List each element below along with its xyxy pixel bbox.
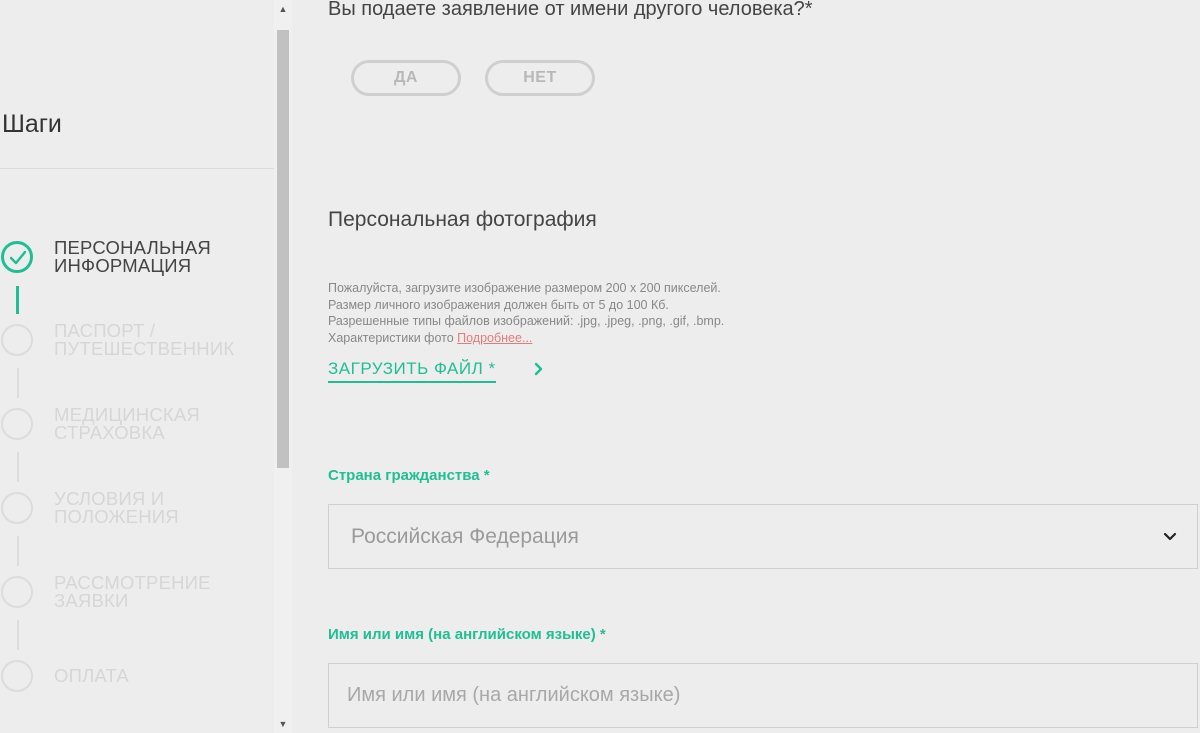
more-info-link[interactable]: Подробнее... <box>457 331 532 345</box>
citizenship-value: Российская Федерация <box>351 525 579 548</box>
step-circle-icon <box>1 492 33 524</box>
step-label: Паспорт / путешественник <box>54 320 235 359</box>
step-label: Персональная информация <box>54 237 211 276</box>
steps-title: Шаги <box>2 110 62 138</box>
scroll-down-arrow-icon[interactable]: ▼ <box>274 715 292 733</box>
help-line: Размер личного изображения должен быть о… <box>328 297 669 312</box>
sidebar-divider <box>0 168 274 169</box>
step-label: Медицинская страховка <box>54 404 200 443</box>
name-input[interactable] <box>328 663 1198 728</box>
photo-section-title: Персональная фотография <box>328 208 597 231</box>
name-label: Имя или имя (на английском языке) * <box>328 626 606 643</box>
steps-sidebar: Шаги Персональная информация Паспорт / п… <box>0 0 274 733</box>
no-button[interactable]: НЕТ <box>485 60 595 96</box>
step-connector <box>17 368 19 398</box>
help-line: Разрешенные типы файлов изображений: .jp… <box>328 314 725 328</box>
proxy-question: Вы подаете заявление от имени другого че… <box>328 0 813 20</box>
help-line-prefix: Характеристики фото <box>328 330 454 345</box>
chevron-down-icon <box>1163 529 1177 547</box>
upload-file-link[interactable]: ЗАГРУЗИТЬ ФАЙЛ * <box>328 359 496 383</box>
citizenship-label: Страна гражданства * <box>328 467 490 484</box>
photo-help-text: Пожалуйста, загрузите изображение размер… <box>328 280 724 346</box>
step-label: Оплата <box>54 665 129 686</box>
step-circle-icon <box>1 660 33 692</box>
step-circle-icon <box>1 576 33 608</box>
step-connector <box>17 620 19 650</box>
step-insurance[interactable]: Медицинская страховка <box>0 404 274 448</box>
step-connector <box>16 286 19 314</box>
step-label: Условия и положения <box>54 488 179 527</box>
step-terms[interactable]: Условия и положения <box>0 488 274 532</box>
scroll-thumb[interactable] <box>277 30 289 468</box>
step-review[interactable]: Рассмотрение заявки <box>0 572 274 616</box>
step-connector <box>17 452 19 482</box>
step-check-icon <box>1 241 33 273</box>
step-label: Рассмотрение заявки <box>54 572 211 611</box>
citizenship-select[interactable]: Российская Федерация <box>328 504 1198 569</box>
help-line: Пожалуйста, загрузите изображение размер… <box>328 281 721 295</box>
scroll-up-arrow-icon[interactable]: ▲ <box>274 0 292 18</box>
sidebar-scrollbar[interactable]: ▲ ▼ <box>274 0 292 733</box>
step-circle-icon <box>1 408 33 440</box>
step-personal-info[interactable]: Персональная информация <box>0 237 274 281</box>
help-line: Характеристики фото Подробнее... <box>328 330 724 347</box>
step-passport[interactable]: Паспорт / путешественник <box>0 320 274 364</box>
application-form: Вы подаете заявление от имени другого че… <box>292 0 1200 733</box>
step-payment[interactable]: Оплата <box>0 660 274 700</box>
step-circle-icon <box>1 324 33 356</box>
step-connector <box>17 536 19 566</box>
yes-button[interactable]: ДА <box>351 60 461 96</box>
chevron-right-icon[interactable] <box>534 362 544 381</box>
